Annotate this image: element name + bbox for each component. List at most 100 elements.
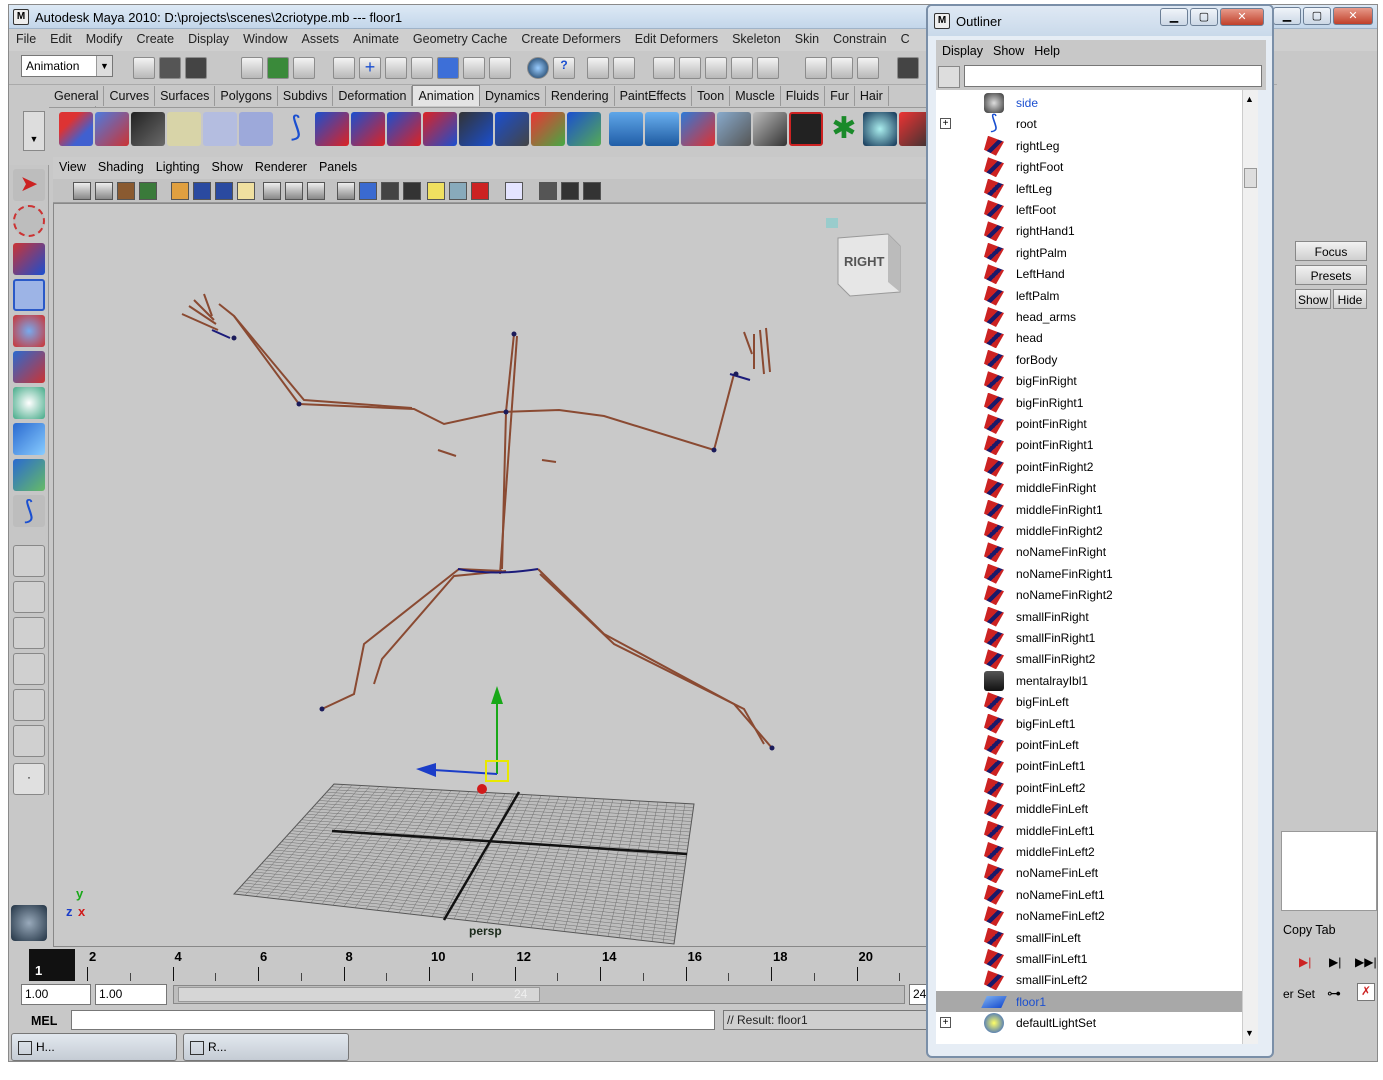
menu-geometry-cache[interactable]: Geometry Cache — [406, 29, 514, 46]
expand-icon[interactable]: + — [940, 1017, 951, 1029]
vp-menu-lighting[interactable]: Lighting — [150, 157, 206, 177]
outliner-item[interactable]: noNameFinRight2 — [936, 584, 1242, 606]
outliner-persp-layout-icon[interactable] — [13, 617, 45, 649]
time-slider[interactable]: 1 2 4 6 8 10 12 14 16 18 20 — [17, 947, 927, 983]
outliner-item[interactable]: smallFinLeft1 — [936, 948, 1242, 969]
universal-manipulator-icon[interactable] — [13, 387, 45, 419]
shelf-tab-painteffects[interactable]: PaintEffects — [615, 86, 693, 106]
input-ops-icon[interactable] — [805, 57, 827, 79]
outliner-item[interactable]: leftLeg — [936, 178, 1242, 199]
grid-toggle-icon[interactable] — [561, 182, 579, 200]
outliner-item[interactable]: floor1 — [936, 990, 1242, 1013]
outliner-menu-show[interactable]: Show — [987, 40, 1028, 58]
select-camera-icon[interactable] — [73, 182, 91, 200]
camera-attributes-icon[interactable] — [95, 182, 113, 200]
outliner-item[interactable]: pointFinRight2 — [936, 456, 1242, 477]
grid-icon[interactable] — [171, 182, 189, 200]
menu-create-deformers[interactable]: Create Deformers — [514, 29, 627, 46]
shelf-tab-curves[interactable]: Curves — [104, 86, 156, 106]
surface-mask-icon[interactable] — [437, 57, 459, 79]
vp-menu-show[interactable]: Show — [206, 157, 249, 177]
textured-icon[interactable] — [471, 182, 489, 200]
focus-button[interactable]: Focus — [1295, 241, 1367, 261]
connect-joint-icon[interactable] — [531, 112, 565, 146]
outliner-item[interactable]: + defaultLightSet — [936, 1012, 1242, 1034]
shelf-tab-deformation[interactable]: Deformation — [333, 86, 413, 106]
layouts-menu-icon[interactable]: · — [13, 763, 45, 795]
shelf-tab-fur[interactable]: Fur — [825, 86, 855, 106]
flat-shade-icon[interactable] — [381, 182, 399, 200]
menu-skin[interactable]: Skin — [788, 29, 826, 46]
outliner-item[interactable]: leftPalm — [936, 285, 1242, 306]
outliner-item[interactable]: rightFoot — [936, 156, 1242, 178]
paint-weights-icon[interactable] — [717, 112, 751, 146]
outliner-item[interactable]: pointFinRight — [936, 413, 1242, 434]
insert-joint-icon[interactable] — [387, 112, 421, 146]
rigid-bind-icon[interactable] — [681, 112, 715, 146]
scroll-up-icon[interactable]: ▲ — [1245, 94, 1254, 104]
snap-point-icon[interactable] — [705, 57, 727, 79]
outliner-item[interactable]: middleFinRight1 — [936, 499, 1242, 520]
go-to-end-icon[interactable]: ▶▶| — [1355, 955, 1377, 969]
outliner-item[interactable]: smallFinLeft — [936, 927, 1242, 948]
minimized-window-1[interactable]: H... — [11, 1033, 177, 1061]
four-pane-layout-icon[interactable] — [13, 581, 45, 613]
maximize-button[interactable]: ▢ — [1303, 7, 1331, 25]
vp-menu-shading[interactable]: Shading — [92, 157, 150, 177]
outliner-item[interactable]: head_arms — [936, 306, 1242, 327]
step-forward-icon[interactable]: ▶| — [1329, 955, 1341, 969]
wireframe-icon[interactable] — [337, 182, 355, 200]
outliner-minimize-button[interactable]: ▁ — [1160, 8, 1188, 26]
outliner-item[interactable]: leftFoot — [936, 199, 1242, 220]
close-button[interactable]: ✕ — [1333, 7, 1373, 25]
select-tool-icon[interactable]: ➤ — [13, 169, 45, 201]
attribute-notes[interactable] — [1281, 831, 1377, 911]
hypershade-layout-icon[interactable] — [13, 689, 45, 721]
outliner-item[interactable]: middleFinRight2 — [936, 520, 1242, 541]
outliner-item[interactable]: LeftHand — [936, 263, 1242, 285]
menu-display[interactable]: Display — [181, 29, 236, 46]
render-view-icon[interactable] — [897, 57, 919, 79]
outliner-item[interactable]: rightLeg — [936, 135, 1242, 156]
range-track[interactable]: 24 — [173, 985, 905, 1004]
shelf-tab-dynamics[interactable]: Dynamics — [480, 86, 546, 106]
film-gate-icon[interactable] — [193, 182, 211, 200]
start-time-field[interactable]: 1.00 — [21, 984, 91, 1005]
outliner-item[interactable]: noNameFinLeft — [936, 862, 1242, 884]
snap-live-icon[interactable] — [757, 57, 779, 79]
ik-handle-tool-icon[interactable] — [315, 112, 349, 146]
snap-plane-icon[interactable] — [731, 57, 753, 79]
isolate-select-icon[interactable] — [505, 182, 523, 200]
menu-animate[interactable]: Animate — [346, 29, 406, 46]
graph-editor-layout-icon[interactable] — [13, 725, 45, 757]
outliner-item[interactable]: pointFinLeft1 — [936, 755, 1242, 777]
select-hierarchy-icon[interactable] — [241, 57, 263, 79]
deform-mask-icon[interactable] — [463, 57, 485, 79]
presets-button[interactable]: Presets — [1295, 265, 1367, 285]
shelf-tab-hair[interactable]: Hair — [855, 86, 889, 106]
lasso-tool-icon[interactable] — [13, 205, 45, 237]
shelf-tab-rendering[interactable]: Rendering — [546, 86, 615, 106]
reroot-icon[interactable] — [423, 112, 457, 146]
vp-menu-panels[interactable]: Panels — [313, 157, 363, 177]
scale-tool-icon[interactable] — [13, 351, 45, 383]
mode-selector[interactable]: Animation ▼ — [21, 55, 113, 77]
show-button[interactable]: Show — [1295, 289, 1331, 309]
safe-action-icon[interactable] — [285, 182, 303, 200]
filter-icon[interactable] — [333, 57, 355, 79]
hide-button[interactable]: Hide — [1333, 289, 1367, 309]
auto-key-icon[interactable]: ✗ — [1357, 983, 1375, 1001]
move-manipulator[interactable] — [416, 686, 509, 794]
outliner-item[interactable]: smallFinRight2 — [936, 648, 1242, 670]
soft-mod-icon[interactable] — [13, 423, 45, 455]
new-scene-icon[interactable] — [133, 57, 155, 79]
safe-title-icon[interactable] — [307, 182, 325, 200]
joint-xray-icon[interactable] — [583, 182, 601, 200]
outliner-item[interactable]: bigFinLeft1 — [936, 713, 1242, 734]
shelf-tab-muscle[interactable]: Muscle — [730, 86, 781, 106]
shelf-tab-polygons[interactable]: Polygons — [215, 86, 278, 106]
ghost-icon[interactable] — [167, 112, 201, 146]
shelf-menu-button[interactable]: ▼ — [23, 111, 45, 151]
lights-icon[interactable] — [427, 182, 445, 200]
outliner-item[interactable]: side — [936, 92, 1242, 113]
